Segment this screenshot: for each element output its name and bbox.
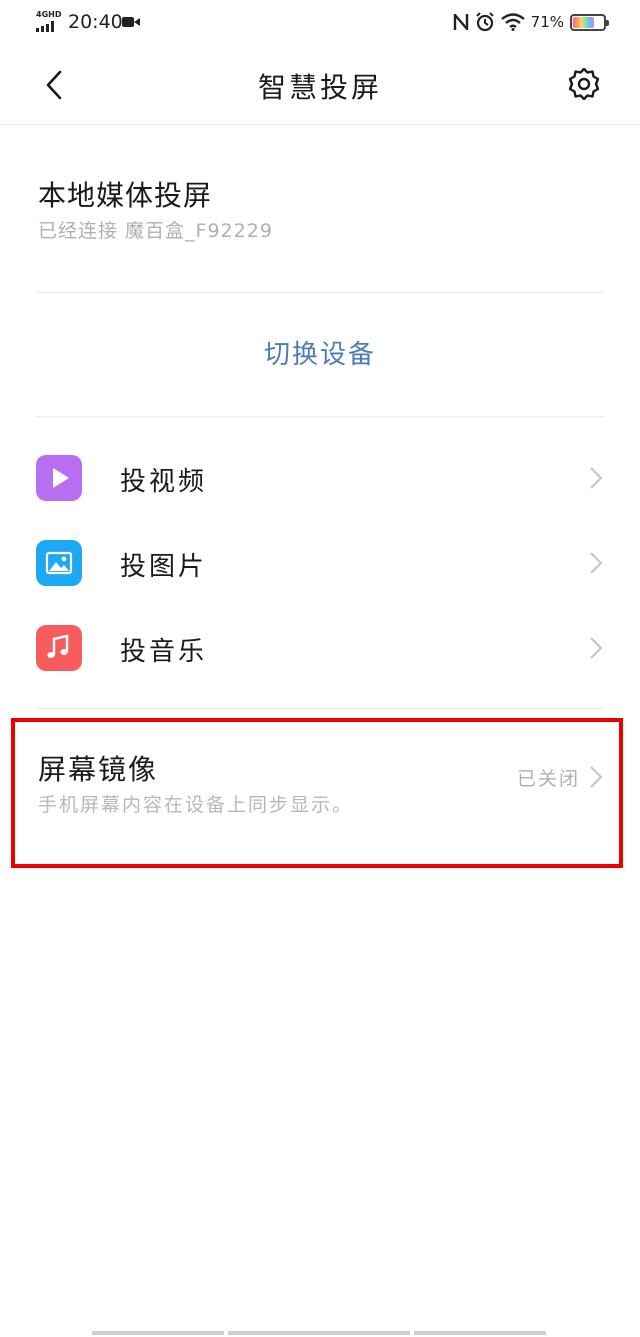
music-note-icon <box>36 625 82 671</box>
divider <box>36 292 604 293</box>
screen-mirror-title: 屏幕镜像 <box>38 753 159 786</box>
local-media-cast-section: 本地媒体投屏 已经连接 魔百盒_F92229 <box>38 170 604 280</box>
local-cast-title: 本地媒体投屏 <box>38 179 213 212</box>
gesture-nav-bar[interactable] <box>0 1327 640 1337</box>
status-right-group: 71% <box>447 10 609 34</box>
battery-icon <box>570 13 609 31</box>
title-bar: 智慧投屏 <box>0 44 640 125</box>
screen-mirror-status: 已关闭 <box>516 768 580 790</box>
wifi-icon <box>500 13 525 31</box>
chevron-right-icon <box>590 637 603 659</box>
smart-cast-screen: 4GHD 20:40 71% 智慧投屏 本地媒体投屏 已经连接 魔百盒_F922… <box>0 0 640 1337</box>
switch-device-button[interactable]: 切换设备 <box>0 334 640 371</box>
divider <box>36 416 604 417</box>
cast-video-label: 投视频 <box>120 467 208 497</box>
screen-mirror-description: 手机屏幕内容在设备上同步显示。 <box>38 794 354 816</box>
nav-segment[interactable] <box>414 1331 546 1335</box>
status-time: 20:40 <box>68 11 123 33</box>
alarm-icon <box>475 12 494 32</box>
page-title: 智慧投屏 <box>257 71 382 104</box>
chevron-right-icon <box>590 766 603 788</box>
chevron-right-icon <box>590 467 603 489</box>
chevron-right-icon <box>590 552 603 574</box>
battery-fill <box>573 16 594 28</box>
cast-image-item[interactable]: 投图片 <box>36 540 604 600</box>
image-icon <box>36 540 82 586</box>
cast-video-item[interactable]: 投视频 <box>36 455 604 515</box>
nav-segment[interactable] <box>228 1331 410 1335</box>
battery-percent: 71% <box>530 13 564 31</box>
divider <box>36 708 604 709</box>
status-bar: 4GHD 20:40 71% <box>0 0 640 44</box>
cast-music-item[interactable]: 投音乐 <box>36 625 604 685</box>
nfc-icon <box>453 14 468 30</box>
play-icon <box>36 455 82 501</box>
cast-image-label: 投图片 <box>120 552 208 582</box>
network-type-label: 4GHD <box>36 10 62 19</box>
cellular-signal-icon: 4GHD <box>36 10 62 32</box>
gear-icon[interactable] <box>566 66 602 102</box>
cast-music-label: 投音乐 <box>120 637 208 667</box>
connection-status: 已经连接 魔百盒_F92229 <box>38 220 273 242</box>
screen-record-icon <box>122 17 140 27</box>
nav-segment[interactable] <box>92 1331 224 1335</box>
